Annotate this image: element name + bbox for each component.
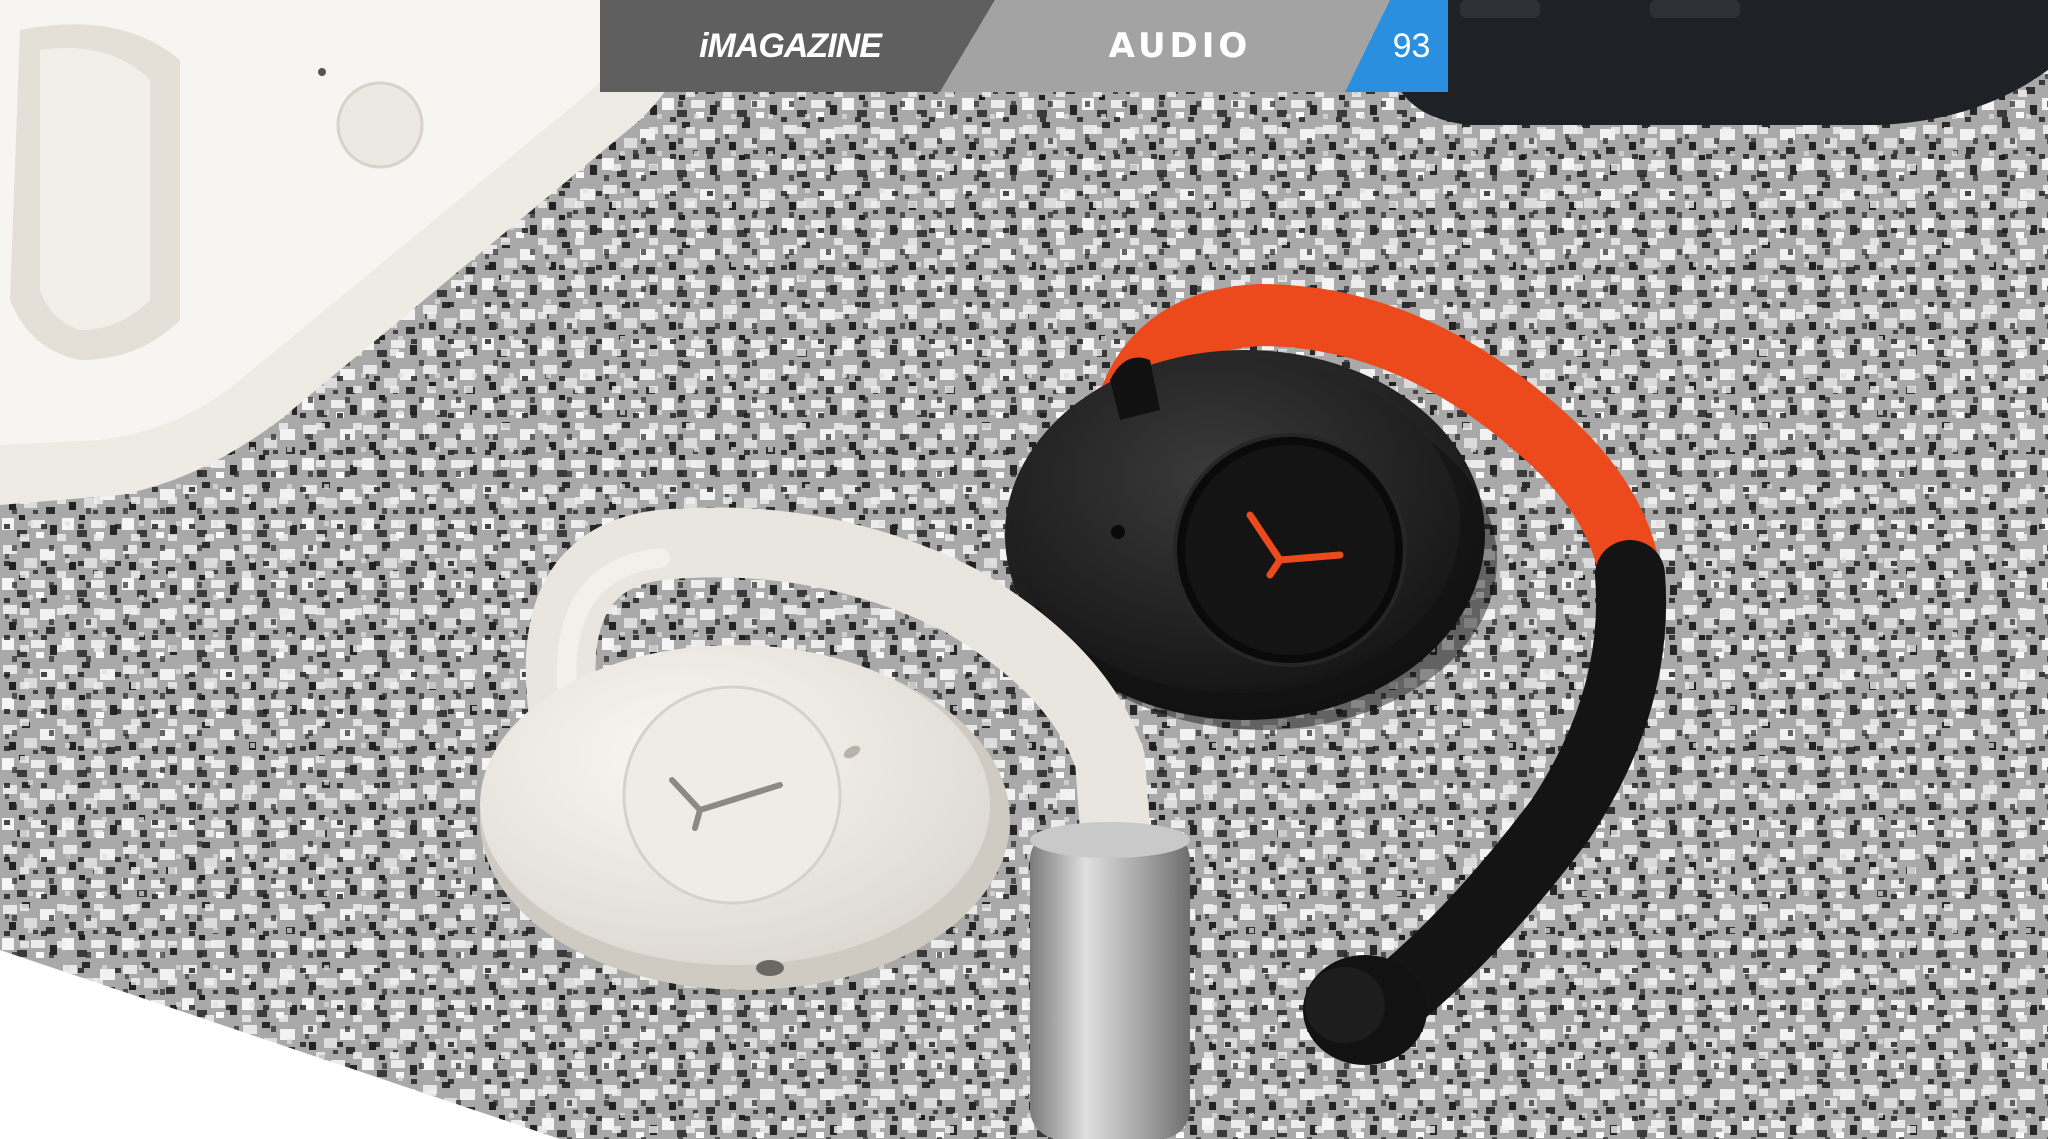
earbuds-photo	[0, 0, 2048, 1139]
page-header: iMAGAZINE AUDIO 93	[600, 0, 1448, 92]
section-title: AUDIO	[1108, 26, 1252, 66]
page-number: 93	[1392, 26, 1431, 65]
magazine-logo: iMAGAZINE	[699, 26, 882, 65]
